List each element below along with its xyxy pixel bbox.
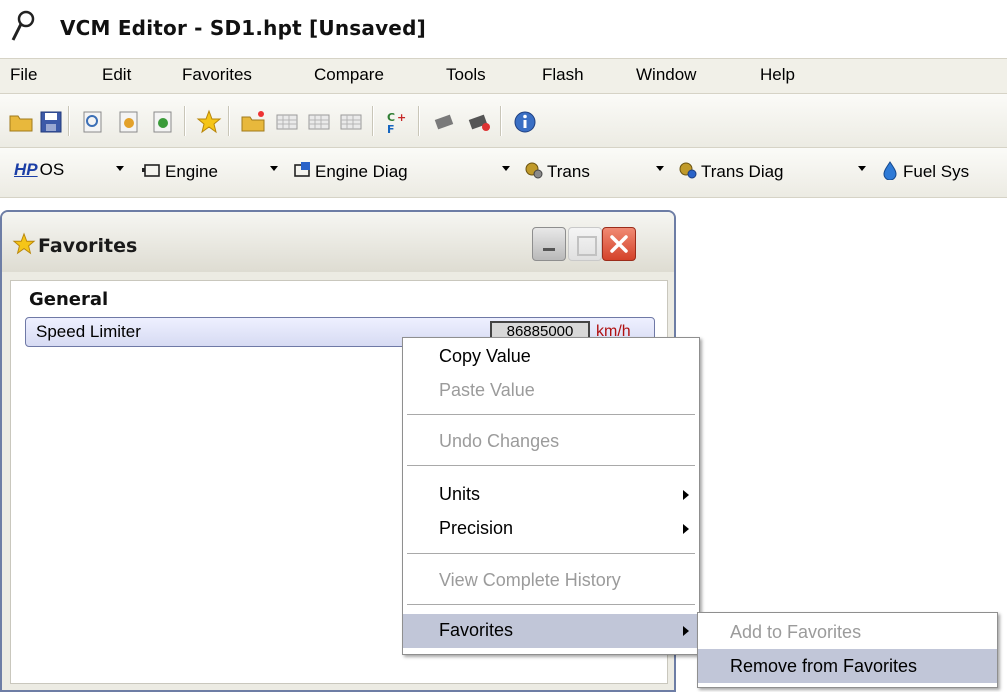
- favorites-submenu: Add to Favorites Remove from Favorites: [697, 612, 998, 688]
- menu-separator: [407, 553, 695, 554]
- table-icon-1[interactable]: [274, 109, 300, 135]
- info-icon[interactable]: [512, 109, 538, 135]
- export-icon[interactable]: [150, 109, 176, 135]
- menu-item-paste-value: Paste Value: [403, 374, 699, 408]
- main-toolbar: C + F: [0, 94, 1007, 148]
- category-engine-label: Engine: [165, 162, 218, 181]
- read-vehicle-icon[interactable]: [432, 109, 458, 135]
- star-icon: [12, 232, 36, 255]
- open-icon[interactable]: [8, 109, 34, 135]
- category-trans-label: Trans: [547, 162, 590, 181]
- category-engine[interactable]: Engine: [142, 160, 218, 182]
- group-label: General: [29, 289, 109, 310]
- favorites-star-icon[interactable]: [196, 109, 222, 135]
- category-os[interactable]: HP OS: [14, 160, 64, 180]
- menu-help[interactable]: Help: [760, 65, 795, 85]
- maximize-button[interactable]: [568, 227, 602, 261]
- title-bar: VCM Editor - SD1.hpt [Unsaved]: [0, 0, 1007, 58]
- fuel-drop-icon: [883, 161, 897, 180]
- menu-window[interactable]: Window: [636, 65, 696, 85]
- hp-logo: HP: [14, 160, 38, 179]
- category-toolbar: HP OS Engine Engine Diag Trans Trans Diag…: [0, 148, 1007, 198]
- menu-item-view-history: View Complete History: [403, 564, 699, 598]
- menu-item-units[interactable]: Units: [403, 478, 699, 512]
- menu-item-label: Undo Changes: [439, 431, 560, 451]
- menu-item-precision[interactable]: Precision: [403, 512, 699, 546]
- submenu-arrow-icon: [683, 524, 689, 534]
- menu-item-label: Remove from Favorites: [730, 656, 918, 676]
- menu-item-copy-value[interactable]: Copy Value: [403, 340, 699, 374]
- submenu-arrow-icon: [683, 490, 689, 500]
- menu-item-label: Add to Favorites: [730, 622, 862, 642]
- svg-text:+: +: [397, 111, 406, 124]
- compare-icon[interactable]: C + F: [384, 109, 410, 135]
- menu-bar: File Edit Favorites Compare Tools Flash …: [0, 58, 1007, 94]
- menu-separator: [407, 465, 695, 466]
- menu-item-label: Favorites: [439, 620, 514, 640]
- chevron-down-icon[interactable]: [502, 166, 510, 171]
- trans-diag-icon: [679, 162, 697, 179]
- menu-flash[interactable]: Flash: [542, 65, 584, 85]
- toolbar-separator: [418, 106, 420, 136]
- engine-diag-icon: [294, 162, 310, 177]
- gears-icon: [525, 162, 543, 179]
- category-trans-diag[interactable]: Trans Diag: [678, 160, 784, 182]
- chevron-down-icon[interactable]: [656, 166, 664, 171]
- chevron-down-icon[interactable]: [270, 166, 278, 171]
- toolbar-separator: [372, 106, 374, 136]
- find-icon[interactable]: [80, 109, 106, 135]
- context-menu: Copy Value Paste Value Undo Changes Unit…: [402, 337, 700, 655]
- menu-item-label: Copy Value: [439, 346, 531, 366]
- import-icon[interactable]: [116, 109, 142, 135]
- toolbar-separator: [228, 106, 230, 136]
- minimize-button[interactable]: [532, 227, 566, 261]
- menu-separator: [407, 604, 695, 605]
- table-icon-2[interactable]: [306, 109, 332, 135]
- menu-favorites[interactable]: Favorites: [182, 65, 252, 85]
- wrench-icon: [11, 10, 35, 41]
- category-fuel-sys[interactable]: Fuel Sys: [880, 160, 969, 182]
- engine-icon: [142, 164, 160, 177]
- svg-text:F: F: [387, 123, 395, 135]
- chevron-down-icon[interactable]: [116, 166, 124, 171]
- write-vehicle-icon[interactable]: [466, 109, 492, 135]
- submenu-arrow-icon: [683, 626, 689, 636]
- menu-item-favorites[interactable]: Favorites: [403, 614, 699, 648]
- toolbar-separator: [500, 106, 502, 136]
- close-icon: [610, 235, 628, 253]
- menu-item-add-to-favorites: Add to Favorites: [698, 615, 997, 649]
- window-title: VCM Editor - SD1.hpt [Unsaved]: [60, 16, 426, 40]
- menu-compare[interactable]: Compare: [314, 65, 384, 85]
- table-icon-3[interactable]: [338, 109, 364, 135]
- menu-separator: [407, 414, 695, 415]
- category-trans-diag-label: Trans Diag: [701, 162, 784, 181]
- menu-item-label: Units: [439, 484, 481, 504]
- menu-item-undo-changes: Undo Changes: [403, 425, 699, 459]
- menu-edit[interactable]: Edit: [102, 65, 131, 85]
- toolbar-separator: [184, 106, 186, 136]
- category-trans[interactable]: Trans: [524, 160, 590, 182]
- close-button[interactable]: [602, 227, 636, 261]
- toolbar-separator: [68, 106, 70, 136]
- menu-item-label: Paste Value: [439, 380, 535, 400]
- favorite-row-label: Speed Limiter: [36, 322, 141, 341]
- chevron-down-icon[interactable]: [858, 166, 866, 171]
- favorites-window-title: Favorites: [38, 235, 138, 257]
- category-fuel-sys-label: Fuel Sys: [903, 162, 970, 181]
- category-engine-diag[interactable]: Engine Diag: [292, 160, 408, 182]
- menu-tools[interactable]: Tools: [446, 65, 486, 85]
- save-icon[interactable]: [38, 109, 64, 135]
- new-folder-icon[interactable]: [240, 109, 266, 135]
- menu-item-label: Precision: [439, 518, 514, 538]
- menu-file[interactable]: File: [10, 65, 37, 85]
- menu-item-remove-from-favorites[interactable]: Remove from Favorites: [698, 649, 997, 683]
- category-os-label: OS: [39, 160, 65, 179]
- menu-item-label: View Complete History: [439, 570, 621, 590]
- favorites-window-titlebar[interactable]: Favorites: [2, 212, 674, 272]
- category-engine-diag-label: Engine Diag: [315, 162, 408, 181]
